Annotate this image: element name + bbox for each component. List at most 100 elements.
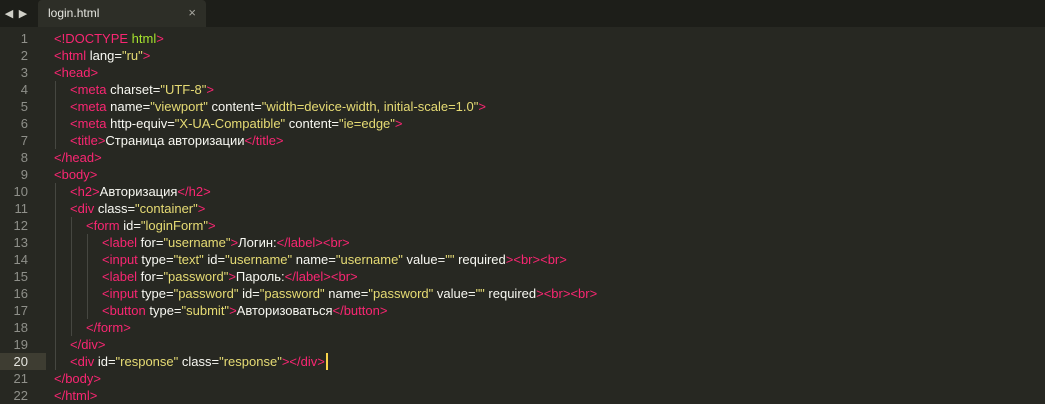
- code-token: "username": [225, 252, 293, 267]
- code-token: </html>: [54, 388, 98, 403]
- code-line[interactable]: 19 </div>: [0, 336, 1045, 353]
- code-editor[interactable]: 1 <!DOCTYPE html> 2 <html lang="ru"> 3 <head>…: [0, 27, 1045, 404]
- code-token: "username": [335, 252, 403, 267]
- code-line[interactable]: 6 <meta http-equiv="X-UA-Compatible" cont…: [0, 115, 1045, 132]
- code-line[interactable]: 4 <meta charset="UTF-8">: [0, 81, 1045, 98]
- code-text: <h2>Авторизация</h2>: [70, 183, 211, 200]
- code-token: >: [228, 269, 236, 284]
- code-text: </div>: [70, 336, 105, 353]
- code-line[interactable]: 2 <html lang="ru">: [0, 47, 1045, 64]
- code-token: for=: [137, 269, 164, 284]
- code-token: "submit": [181, 303, 230, 318]
- code-token: <meta: [70, 116, 107, 131]
- code-token: type=: [137, 252, 174, 267]
- code-token: "password": [173, 286, 239, 301]
- indent-guide: [55, 336, 56, 353]
- code-token: type=: [145, 303, 182, 318]
- code-token: "password": [259, 286, 325, 301]
- code-token: <div: [70, 201, 95, 216]
- code-token: "ie=edge": [339, 116, 395, 131]
- code-token: "viewport": [150, 99, 208, 114]
- code-token: <form: [86, 218, 120, 233]
- indent-guide: [55, 132, 56, 149]
- code-token: id=: [94, 354, 116, 369]
- line-number: 1: [20, 31, 28, 46]
- line-number: 16: [13, 286, 28, 301]
- arrow-right-icon[interactable]: ▶: [18, 7, 28, 20]
- code-line[interactable]: 21 </body>: [0, 370, 1045, 387]
- code-token: <br><br>: [543, 286, 598, 301]
- code-token: <input: [102, 252, 138, 267]
- indent-guide: [55, 302, 56, 319]
- close-icon[interactable]: ×: [188, 5, 196, 20]
- line-number: 18: [13, 320, 28, 335]
- code-token: "loginForm": [140, 218, 208, 233]
- code-token: charset=: [106, 82, 161, 97]
- code-token: value=: [433, 286, 476, 301]
- code-token: "response": [115, 354, 179, 369]
- code-line[interactable]: 1 <!DOCTYPE html>: [0, 30, 1045, 47]
- indent-guide: [71, 268, 72, 285]
- code-token: value=: [402, 252, 446, 267]
- code-line[interactable]: 17 <button type="submit">Авторизоваться</…: [0, 302, 1045, 319]
- code-line[interactable]: 7 <title>Страница авторизации</title>: [0, 132, 1045, 149]
- code-line[interactable]: 12 <form id="loginForm">: [0, 217, 1045, 234]
- code-token: ></div>: [281, 354, 325, 369]
- code-line[interactable]: 14 <input type="text" id="username" name=…: [0, 251, 1045, 268]
- code-token: <button: [102, 303, 146, 318]
- indent-guide: [71, 319, 72, 336]
- code-token: </label><br>: [276, 235, 350, 250]
- code-text: <form id="loginForm">: [86, 217, 216, 234]
- code-token: <input: [102, 286, 138, 301]
- code-line[interactable]: 16 <input type="password" id="password" n…: [0, 285, 1045, 302]
- code-token: name=: [324, 286, 369, 301]
- line-number: 21: [13, 371, 28, 386]
- arrow-left-icon[interactable]: ◀: [4, 7, 14, 20]
- code-line[interactable]: 11 <div class="container">: [0, 200, 1045, 217]
- code-line[interactable]: 18 </form>: [0, 319, 1045, 336]
- code-token: "username": [163, 235, 231, 250]
- code-token: </body>: [54, 371, 101, 386]
- indent-guide: [87, 251, 88, 268]
- code-text: <!DOCTYPE html>: [54, 30, 164, 47]
- code-line[interactable]: 10 <h2>Авторизация</h2>: [0, 183, 1045, 200]
- tab-navigation: ◀ ▶: [4, 4, 28, 22]
- code-token: >: [156, 31, 164, 46]
- code-text: <title>Страница авторизации</title>: [70, 132, 284, 149]
- indent-guide: [55, 81, 56, 98]
- code-token: id=: [238, 286, 260, 301]
- line-number: 22: [13, 388, 28, 403]
- code-token: "container": [135, 201, 198, 216]
- file-tab[interactable]: login.html ×: [38, 0, 206, 27]
- indent-guide: [55, 115, 56, 132]
- code-token: >: [230, 235, 239, 250]
- code-line[interactable]: 3 <head>: [0, 64, 1045, 81]
- code-line[interactable]: 22 </html>: [0, 387, 1045, 404]
- code-line[interactable]: 13 <label for="username">Логин:</label><b…: [0, 234, 1045, 251]
- code-token: Авторизация: [99, 184, 178, 199]
- line-number: 17: [13, 303, 28, 318]
- line-number: 2: [20, 48, 28, 63]
- code-token: class=: [178, 354, 220, 369]
- code-text: </html>: [54, 387, 97, 404]
- code-token: required: [484, 286, 537, 301]
- code-token: "": [475, 286, 485, 301]
- code-line[interactable]: 5 <meta name="viewport" content="width=de…: [0, 98, 1045, 115]
- code-token: lang=: [86, 48, 122, 63]
- indent-guide: [71, 217, 72, 234]
- code-token: "width=device-width, initial-scale=1.0": [261, 99, 479, 114]
- code-token: </head>: [54, 150, 102, 165]
- indent-guide: [55, 200, 56, 217]
- line-number: 10: [13, 184, 28, 199]
- code-line[interactable]: 8 </head>: [0, 149, 1045, 166]
- code-line[interactable]: 9 <body>: [0, 166, 1045, 183]
- code-text: <html lang="ru">: [54, 47, 150, 64]
- code-line[interactable]: 20 <div id="response" class="response"></…: [0, 353, 1045, 370]
- indent-guide: [55, 285, 56, 302]
- code-token: "UTF-8": [160, 82, 207, 97]
- code-text: <input type="password" id="password" nam…: [102, 285, 597, 302]
- code-token: id=: [203, 252, 226, 267]
- code-line[interactable]: 15 <label for="password">Пароль:</label><…: [0, 268, 1045, 285]
- code-token: <label: [102, 235, 138, 250]
- line-number: 11: [14, 201, 29, 216]
